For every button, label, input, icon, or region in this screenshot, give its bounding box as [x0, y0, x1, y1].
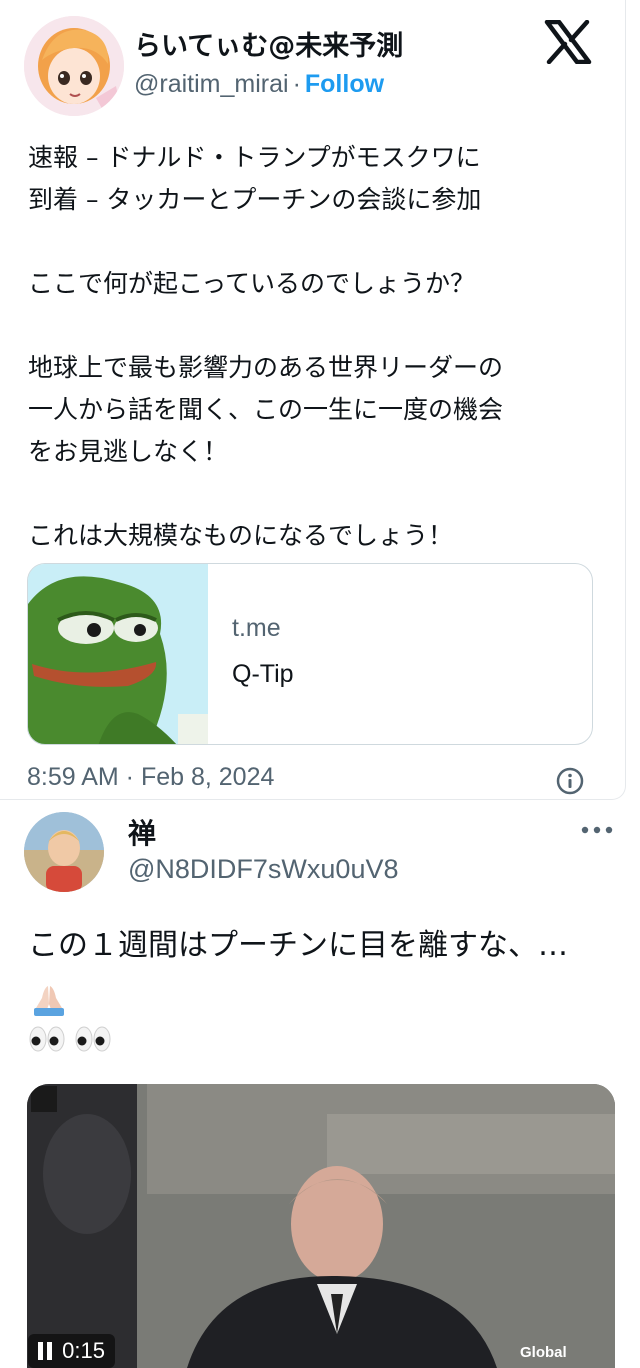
- reply-author-name[interactable]: 禅: [128, 812, 156, 852]
- tweet-text-line: 一人から話を聞く、この一生に一度の機会: [28, 395, 504, 424]
- tweet-text-line: 速報 – ドナルド・トランプがモスクワに: [28, 143, 481, 172]
- praying-hands-icon: [34, 986, 64, 1016]
- pause-icon[interactable]: [38, 1342, 43, 1360]
- more-options-icon[interactable]: [580, 822, 614, 838]
- link-domain: t.me: [232, 614, 281, 642]
- author-handle[interactable]: @raitim_mirai: [134, 70, 289, 98]
- link-title: Q-Tip: [232, 660, 294, 688]
- info-icon[interactable]: [555, 766, 585, 796]
- tweet-text: 速報 – ドナルド・トランプがモスクワに 到着 – タッカーとプーチンの会談に参…: [28, 137, 598, 557]
- author-avatar[interactable]: [24, 16, 124, 116]
- tweet-text-line: 到着 – タッカーとプーチンの会談に参加: [28, 185, 482, 214]
- reply-author-handle[interactable]: @N8DIDF7sWxu0uV8: [128, 854, 399, 885]
- tweet-card: らいてぃむ@未来予測 @raitim_mirai · Follow 速報 – ドナル…: [0, 0, 626, 800]
- x-logo-icon[interactable]: [544, 20, 592, 64]
- tweet-text-line: ここで何が起こっているのでしょうか？: [28, 269, 476, 298]
- tweet-timestamp[interactable]: 8:59 AM · Feb 8, 2024: [27, 763, 274, 792]
- child-photo-avatar-icon: [24, 812, 104, 892]
- video-time-label: 0:15: [62, 1338, 105, 1363]
- pause-icon[interactable]: [47, 1342, 52, 1360]
- tweet-text-line: をお見逃しなく！: [28, 437, 229, 466]
- reply-text: この１週間はプーチンに目を離すな、…: [28, 928, 568, 963]
- author-name[interactable]: らいてぃむ@未来予測: [134, 24, 403, 63]
- reply-author-avatar[interactable]: [24, 812, 104, 892]
- anime-girl-avatar-icon: [24, 16, 124, 116]
- link-thumbnail: [28, 564, 208, 744]
- eyes-emoji-icon: [29, 1026, 111, 1052]
- follow-button[interactable]: Follow: [305, 70, 384, 98]
- video-timestamp[interactable]: 0:15: [28, 1334, 115, 1368]
- separator-dot: ·: [292, 70, 301, 98]
- pepe-frog-thumbnail-icon: [28, 564, 208, 744]
- author-handle-row: @raitim_mirai · Follow: [134, 70, 384, 99]
- tweet-text-line: これは大規模なものになるでしょう！: [28, 521, 454, 550]
- tweet-text-line: 地球上で最も影響力のある世界リーダーの: [28, 353, 504, 382]
- video-player[interactable]: [27, 1084, 615, 1368]
- video-frame-image: [27, 1084, 615, 1368]
- global-news-logo: Global: [520, 1344, 567, 1361]
- link-preview-card[interactable]: t.me Q-Tip: [27, 563, 593, 745]
